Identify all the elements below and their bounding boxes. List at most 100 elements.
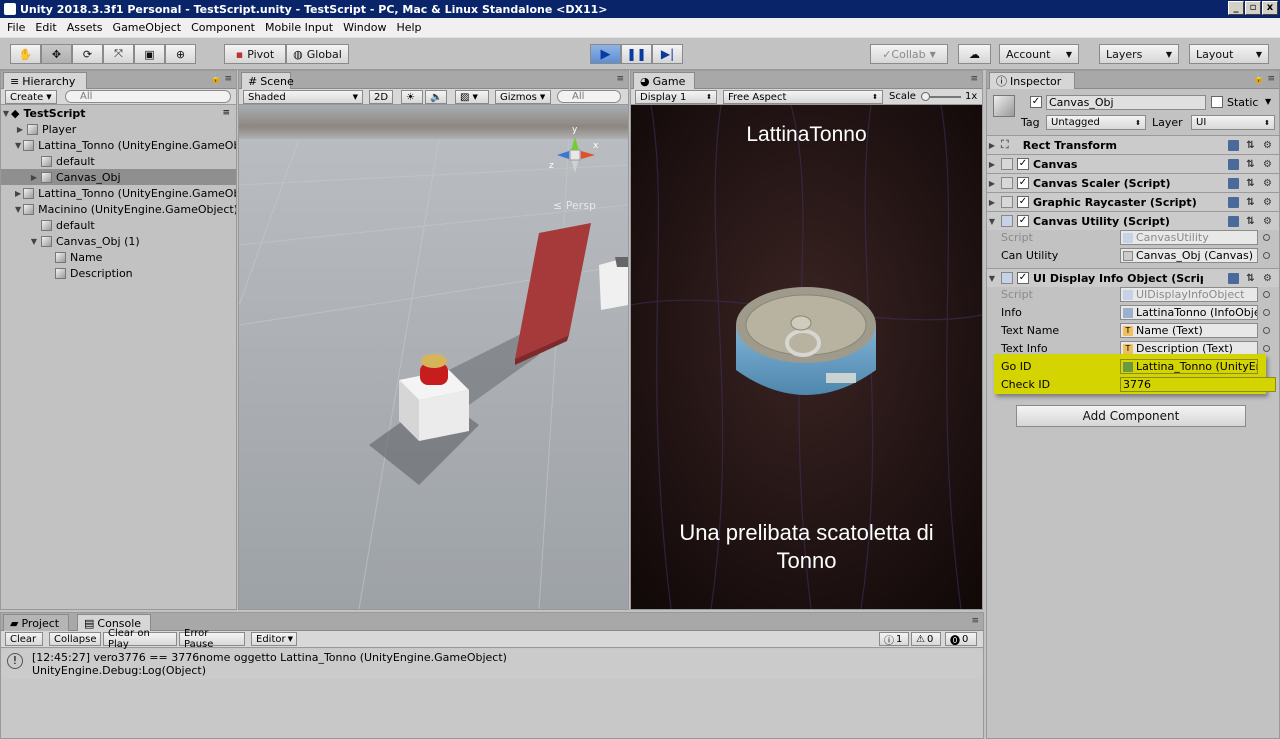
menu-window[interactable]: Window: [338, 21, 391, 34]
object-picker-icon[interactable]: [1263, 309, 1270, 316]
move-tool-button[interactable]: ✥: [41, 44, 72, 64]
error-filter-toggle[interactable]: ⓿0: [945, 632, 977, 647]
scene-search-input[interactable]: All: [557, 90, 621, 103]
game-viewport[interactable]: LattinaTonno Una prelibata scatoletta di…: [631, 105, 982, 609]
list-item[interactable]: ▶ Player: [1, 121, 236, 137]
list-item[interactable]: default: [1, 217, 236, 233]
close-button[interactable]: x: [1262, 1, 1278, 15]
scene-menu-icon[interactable]: ≡: [222, 108, 230, 118]
component-canvas-scaler[interactable]: ▶ ✓ Canvas Scaler (Script) ⇅ ⚙: [987, 173, 1279, 192]
preset-icon[interactable]: ⇅: [1245, 140, 1256, 151]
tab-inspector[interactable]: ⓘ Inspector: [989, 72, 1075, 89]
minimize-button[interactable]: _: [1228, 1, 1244, 15]
preset-icon[interactable]: ⇅: [1245, 178, 1256, 189]
menu-component[interactable]: Component: [186, 21, 260, 34]
effects-dropdown[interactable]: ▨ ▼: [455, 90, 489, 104]
scene-orientation-gizmo[interactable]: y x z: [545, 125, 605, 185]
scene-viewport[interactable]: y x z ≤ Persp: [239, 105, 628, 609]
preset-icon[interactable]: ⇅: [1245, 216, 1256, 227]
list-item[interactable]: ▼ Lattina_Tonno (UnityEngine.GameObject): [1, 137, 236, 153]
static-checkbox[interactable]: [1211, 96, 1223, 108]
component-graphic-raycaster[interactable]: ▶ ✓ Graphic Raycaster (Script) ⇅ ⚙: [987, 192, 1279, 211]
list-item[interactable]: ▼ Canvas_Obj (1): [1, 233, 236, 249]
tab-hierarchy[interactable]: ≡ Hierarchy: [3, 72, 87, 89]
gizmos-dropdown[interactable]: Gizmos ▼: [495, 90, 551, 104]
tag-dropdown[interactable]: Untagged ⬍: [1046, 115, 1146, 130]
account-dropdown[interactable]: Account ▼: [999, 44, 1079, 64]
panel-menu-icon[interactable]: 🔒 ≡: [210, 74, 232, 84]
component-enabled-checkbox[interactable]: ✓: [1017, 272, 1029, 284]
preset-icon[interactable]: ⇅: [1245, 197, 1256, 208]
global-toggle[interactable]: ◍ Global: [286, 44, 349, 64]
scene-root-row[interactable]: ▼ ◆ TestScript ≡: [1, 105, 236, 121]
help-book-icon[interactable]: [1228, 158, 1239, 170]
gear-icon[interactable]: ⚙: [1262, 159, 1273, 170]
list-item[interactable]: Name: [1, 249, 236, 265]
go-id-field[interactable]: Lattina_Tonno (UnityEngine.GameObject): [1120, 359, 1258, 374]
help-book-icon[interactable]: [1228, 139, 1239, 151]
object-picker-icon[interactable]: [1263, 234, 1270, 241]
tab-project[interactable]: ▰ Project: [3, 614, 69, 631]
component-enabled-checkbox[interactable]: ✓: [1017, 215, 1029, 227]
menu-mobile-input[interactable]: Mobile Input: [260, 21, 338, 34]
chevron-down-icon[interactable]: ▼: [1265, 97, 1271, 106]
menu-help[interactable]: Help: [391, 21, 426, 34]
2d-toggle[interactable]: 2D: [369, 90, 393, 104]
help-book-icon[interactable]: [1228, 196, 1239, 208]
tab-game[interactable]: ◕ Game: [633, 72, 695, 89]
active-checkbox[interactable]: ✓: [1030, 96, 1042, 108]
can-utility-field[interactable]: Canvas_Obj (Canvas): [1120, 248, 1258, 263]
gear-icon[interactable]: ⚙: [1262, 140, 1273, 151]
scale-slider-thumb[interactable]: [921, 92, 930, 101]
list-item[interactable]: ▼ Macinino (UnityEngine.GameObject): [1, 201, 236, 217]
editor-dropdown[interactable]: Editor ▼: [251, 632, 297, 646]
object-picker-icon[interactable]: [1263, 327, 1270, 334]
help-book-icon[interactable]: [1228, 215, 1239, 227]
menu-assets[interactable]: Assets: [62, 21, 108, 34]
play-button[interactable]: ▶: [590, 44, 621, 64]
component-enabled-checkbox[interactable]: ✓: [1017, 158, 1029, 170]
gear-icon[interactable]: ⚙: [1262, 273, 1273, 284]
panel-menu-icon[interactable]: ≡: [970, 74, 978, 84]
shading-mode-dropdown[interactable]: Shaded ▼: [243, 90, 363, 104]
pause-button[interactable]: ❚❚: [621, 44, 652, 64]
list-item[interactable]: ▶ Lattina_Tonno (UnityEngine.GameObject): [1, 185, 236, 201]
gear-icon[interactable]: ⚙: [1262, 197, 1273, 208]
error-pause-toggle[interactable]: Error Pause: [179, 628, 245, 650]
list-item[interactable]: Description: [1, 265, 236, 281]
menu-edit[interactable]: Edit: [30, 21, 61, 34]
object-name-input[interactable]: Canvas_Obj: [1046, 95, 1206, 110]
pivot-toggle[interactable]: ▪ Pivot: [224, 44, 286, 64]
component-ui-display-info[interactable]: ▼ ✓ UI Display Info Object (Script) ⇅ ⚙: [987, 268, 1279, 287]
hierarchy-search-input[interactable]: All: [65, 90, 231, 103]
log-entry[interactable]: ! [12:45:27] vero3776 == 3776nome oggett…: [1, 649, 983, 679]
perspective-label[interactable]: ≤ Persp: [553, 199, 596, 212]
create-dropdown[interactable]: Create ▼: [5, 90, 57, 104]
component-rect-transform[interactable]: ▶ ⛶ Rect Transform ⇅ ⚙: [987, 135, 1279, 154]
text-name-field[interactable]: T Name (Text): [1120, 323, 1258, 338]
collab-dropdown[interactable]: ✓ Collab ▼: [870, 44, 948, 64]
preset-icon[interactable]: ⇅: [1245, 273, 1256, 284]
menu-file[interactable]: File: [2, 21, 30, 34]
component-canvas-utility[interactable]: ▼ ✓ Canvas Utility (Script) ⇅ ⚙: [987, 211, 1279, 230]
add-component-button[interactable]: Add Component: [1016, 405, 1246, 427]
layers-dropdown[interactable]: Layers ▼: [1099, 44, 1179, 64]
help-book-icon[interactable]: [1228, 177, 1239, 189]
lighting-toggle[interactable]: ☀: [401, 90, 423, 104]
check-id-input[interactable]: 3776: [1120, 377, 1276, 392]
clear-on-play-toggle[interactable]: Clear on Play: [103, 628, 177, 650]
gear-icon[interactable]: ⚙: [1262, 216, 1273, 227]
log-filter-toggle[interactable]: ⓘ 1: [879, 632, 909, 647]
panel-menu-icon[interactable]: 🔒 ≡: [1253, 74, 1275, 84]
help-book-icon[interactable]: [1228, 272, 1239, 284]
scale-tool-button[interactable]: ⤧: [103, 44, 134, 64]
menu-gameobject[interactable]: GameObject: [108, 21, 187, 34]
scale-slider[interactable]: [921, 92, 961, 101]
collapse-toggle[interactable]: Collapse: [49, 632, 101, 646]
hand-tool-button[interactable]: ✋: [10, 44, 41, 64]
cloud-button[interactable]: ☁: [958, 44, 991, 64]
object-picker-icon[interactable]: [1263, 252, 1270, 259]
rect-tool-button[interactable]: ▣: [134, 44, 165, 64]
gear-icon[interactable]: ⚙: [1262, 178, 1273, 189]
aspect-dropdown[interactable]: Free Aspect ⬍: [723, 90, 883, 104]
